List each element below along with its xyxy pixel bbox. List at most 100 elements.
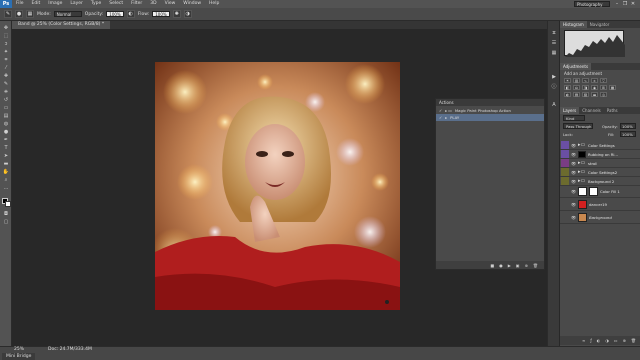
flow-field[interactable]: 100% bbox=[152, 11, 170, 17]
quick-select-tool-icon[interactable]: ✦ bbox=[2, 49, 10, 56]
minimize-button[interactable]: – bbox=[614, 1, 620, 7]
lasso-tool-icon[interactable]: ↄ bbox=[2, 41, 10, 48]
clone-stamp-tool-icon[interactable]: ⎈ bbox=[2, 89, 10, 96]
fill-field[interactable]: 100% bbox=[620, 131, 636, 137]
layer-filter-select[interactable]: Kind bbox=[563, 115, 585, 121]
actions-panel-icon[interactable]: ▶ bbox=[550, 73, 558, 81]
brush-size-icon[interactable]: ● bbox=[15, 10, 23, 18]
character-panel-icon[interactable]: A bbox=[550, 101, 558, 109]
eye-icon[interactable]: 👁 bbox=[571, 152, 576, 157]
vibrance-icon[interactable]: ▽ bbox=[600, 78, 607, 83]
menu-type[interactable]: Type bbox=[87, 0, 105, 8]
selective-color-icon[interactable]: ◎ bbox=[600, 92, 607, 97]
layer-row[interactable]: 👁 ▸▭ stroll bbox=[560, 159, 640, 168]
layer-row[interactable]: 👁 dancer19 bbox=[560, 199, 640, 211]
eye-icon[interactable]: 👁 bbox=[571, 215, 576, 220]
document-info[interactable]: Doc: 24.7M/333.4M bbox=[48, 347, 92, 352]
type-tool-icon[interactable]: T bbox=[2, 145, 10, 152]
tab-channels[interactable]: Channels bbox=[579, 107, 604, 114]
history-panel-icon[interactable]: ⧖ bbox=[550, 29, 558, 37]
group-icon[interactable]: ▭ bbox=[614, 338, 618, 343]
threshold-icon[interactable]: ▧ bbox=[582, 92, 589, 97]
layer-row[interactable]: 👁 ▸▭ Color Settings bbox=[560, 141, 640, 150]
new-layer-icon[interactable]: ⊕ bbox=[623, 338, 626, 343]
quick-mask-icon[interactable]: ◘ bbox=[2, 211, 10, 218]
invert-icon[interactable]: ◐ bbox=[564, 92, 571, 97]
menu-layer[interactable]: Layer bbox=[66, 0, 87, 8]
eye-icon[interactable]: 👁 bbox=[571, 143, 576, 148]
mini-bridge-tab[interactable]: Mini Bridge bbox=[2, 353, 36, 360]
blur-tool-icon[interactable]: ◍ bbox=[2, 121, 10, 128]
posterize-icon[interactable]: ▤ bbox=[573, 92, 580, 97]
eye-icon[interactable]: 👁 bbox=[571, 202, 576, 207]
path-select-tool-icon[interactable]: ➤ bbox=[2, 153, 10, 160]
zoom-tool-icon[interactable]: ⌕ bbox=[2, 177, 10, 184]
properties-panel-icon[interactable]: ☰ bbox=[550, 39, 558, 47]
link-icon[interactable]: ∞ bbox=[582, 338, 585, 343]
delete-icon[interactable]: 🗑 bbox=[631, 338, 636, 343]
artwork-canvas[interactable] bbox=[155, 62, 400, 310]
move-tool-icon[interactable]: ✥ bbox=[2, 25, 10, 32]
brush-tool-preset-icon[interactable]: ✎ bbox=[4, 10, 12, 18]
layer-row[interactable]: 👁 ▸▭ Color Settings2 bbox=[560, 168, 640, 177]
eye-icon[interactable]: 👁 bbox=[571, 170, 576, 175]
marquee-tool-icon[interactable]: ⬚ bbox=[2, 33, 10, 40]
exposure-icon[interactable]: ± bbox=[591, 78, 598, 83]
menu-edit[interactable]: Edit bbox=[28, 0, 45, 8]
menu-filter[interactable]: Filter bbox=[127, 0, 146, 8]
info-panel-icon[interactable]: ⓘ bbox=[550, 83, 558, 91]
history-brush-tool-icon[interactable]: ↺ bbox=[2, 97, 10, 104]
hue-saturation-icon[interactable]: ◧ bbox=[564, 85, 571, 90]
adjustment-icon[interactable]: ◑ bbox=[605, 338, 609, 343]
action-row[interactable]: ✓ ▸ PLAY bbox=[436, 114, 544, 121]
play-icon[interactable]: ▶ bbox=[508, 263, 511, 268]
curves-icon[interactable]: ∿ bbox=[582, 78, 589, 83]
pressure-opacity-icon[interactable]: ◐ bbox=[126, 10, 135, 18]
menu-image[interactable]: Image bbox=[44, 0, 66, 8]
background-color-swatch[interactable] bbox=[5, 201, 11, 207]
hand-tool-icon[interactable]: ✋ bbox=[2, 169, 10, 176]
close-button[interactable]: ✕ bbox=[630, 1, 636, 7]
photo-filter-icon[interactable]: ◉ bbox=[591, 85, 598, 90]
new-set-icon[interactable]: ▣ bbox=[516, 263, 520, 268]
eye-icon[interactable]: 👁 bbox=[571, 179, 576, 184]
new-action-icon[interactable]: ⊕ bbox=[525, 263, 528, 268]
tab-paths[interactable]: Paths bbox=[604, 107, 621, 114]
layer-opacity-field[interactable]: 100% bbox=[620, 123, 636, 129]
menu-view[interactable]: View bbox=[161, 0, 180, 8]
eraser-tool-icon[interactable]: ▭ bbox=[2, 105, 10, 112]
black-white-icon[interactable]: ◨ bbox=[582, 85, 589, 90]
color-lookup-icon[interactable]: ▦ bbox=[609, 85, 616, 90]
pen-tool-icon[interactable]: ✒ bbox=[2, 137, 10, 144]
layer-row[interactable]: 👁 Rubbing on Ri... bbox=[560, 150, 640, 159]
fx-icon[interactable]: ƒ bbox=[590, 338, 591, 343]
airbrush-icon[interactable]: ✺ bbox=[172, 10, 181, 18]
delete-icon[interactable]: 🗑 bbox=[533, 263, 538, 268]
mask-icon[interactable]: ◐ bbox=[597, 338, 601, 343]
action-set-row[interactable]: ✓ ▸ ▭ Magic Paint Photoshop Action bbox=[436, 107, 544, 114]
healing-brush-tool-icon[interactable]: ✚ bbox=[2, 73, 10, 80]
actions-tab[interactable]: Actions bbox=[436, 99, 544, 106]
tab-histogram[interactable]: Histogram bbox=[560, 21, 587, 28]
layer-row[interactable]: 👁 ▸▭ Background 2 bbox=[560, 177, 640, 186]
record-icon[interactable]: ● bbox=[499, 263, 503, 268]
eye-icon[interactable]: 👁 bbox=[571, 161, 576, 166]
gradient-tool-icon[interactable]: ▤ bbox=[2, 113, 10, 120]
check-icon[interactable]: ✓ bbox=[439, 115, 442, 120]
menu-help[interactable]: Help bbox=[205, 0, 223, 8]
layer-row[interactable]: 👁 Color Fill 1 bbox=[560, 186, 640, 198]
document-tab[interactable]: Band @ 25% (Color Settings, RGB/8) * bbox=[12, 21, 111, 29]
levels-icon[interactable]: ▥ bbox=[573, 78, 580, 83]
layer-row[interactable]: 👁 Background bbox=[560, 212, 640, 224]
edit-toolbar-icon[interactable]: … bbox=[2, 185, 10, 192]
crop-tool-icon[interactable]: ⌗ bbox=[2, 57, 10, 64]
blend-mode-select[interactable]: Pass Through bbox=[563, 123, 593, 129]
gradient-map-icon[interactable]: ▬ bbox=[591, 92, 598, 97]
zoom-level[interactable]: 25% bbox=[14, 347, 24, 352]
menu-3d[interactable]: 3D bbox=[146, 0, 160, 8]
channel-mixer-icon[interactable]: ⊞ bbox=[600, 85, 607, 90]
color-balance-icon[interactable]: ⚖ bbox=[573, 85, 580, 90]
menu-window[interactable]: Window bbox=[179, 0, 205, 8]
tab-navigator[interactable]: Navigator bbox=[587, 21, 613, 28]
swatches-panel-icon[interactable]: ▦ bbox=[550, 49, 558, 57]
